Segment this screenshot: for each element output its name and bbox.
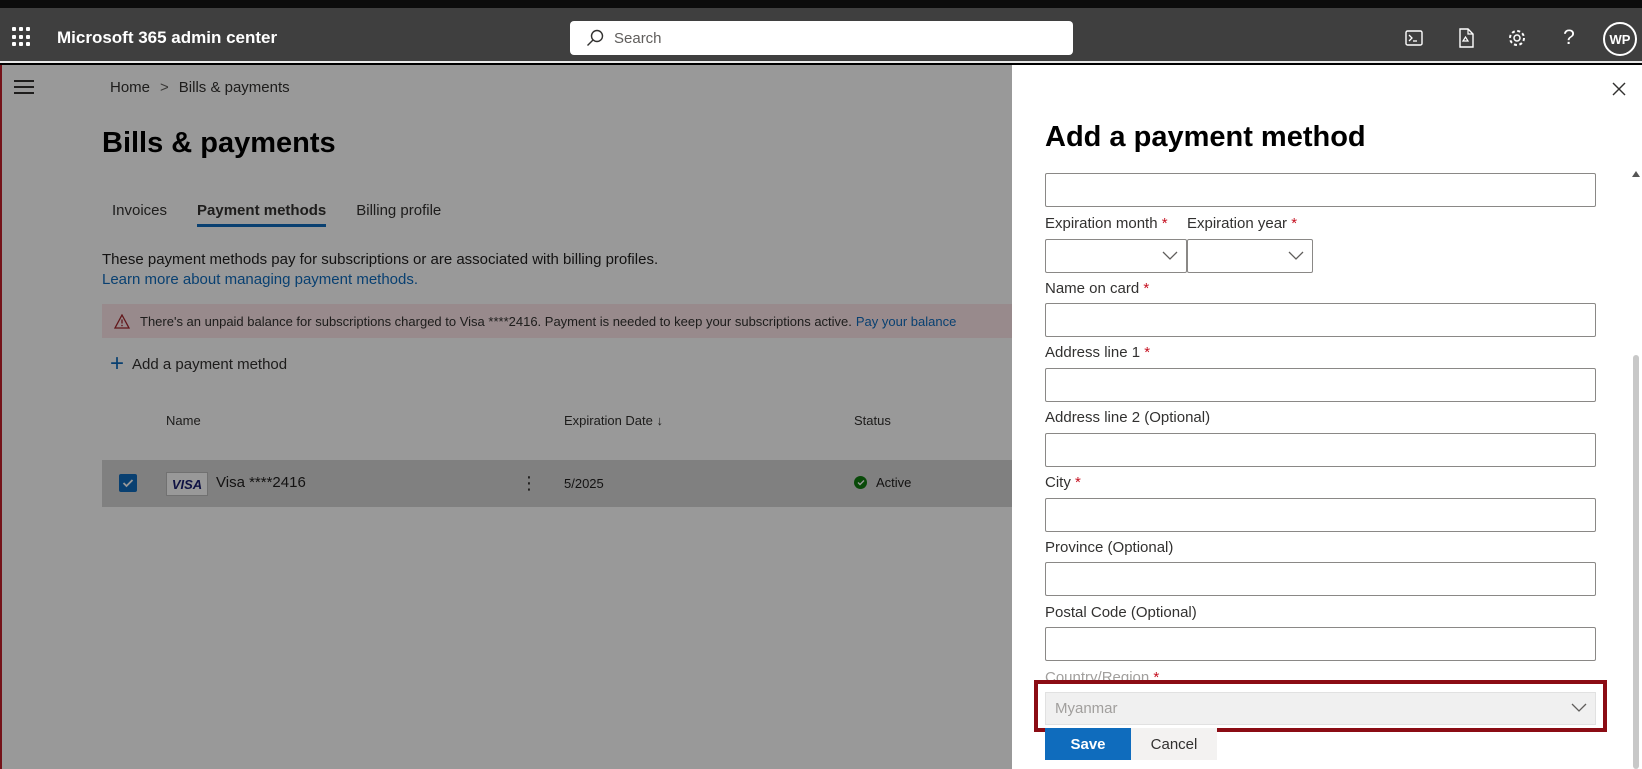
city-input[interactable] xyxy=(1045,498,1596,532)
expiration-month-select[interactable] xyxy=(1045,239,1187,273)
expiration-year-label: Expiration year * xyxy=(1187,215,1298,232)
warning-icon xyxy=(114,313,130,329)
app-title[interactable]: Microsoft 365 admin center xyxy=(57,28,277,48)
card-number-input[interactable] xyxy=(1045,173,1596,207)
top-bar: Microsoft 365 admin center ? WP xyxy=(0,8,1642,63)
learn-more-link[interactable]: Learn more about managing payment method… xyxy=(102,270,658,290)
tab-payment-methods[interactable]: Payment methods xyxy=(197,202,327,227)
chevron-down-icon xyxy=(1162,251,1178,260)
column-status[interactable]: Status xyxy=(854,413,891,428)
table-header: Name Expiration Date ↓ Status xyxy=(102,407,1014,437)
breadcrumb-current: Bills & payments xyxy=(178,79,290,96)
expiration-year-select[interactable] xyxy=(1187,239,1313,273)
column-name[interactable]: Name xyxy=(166,413,201,428)
terminal-icon[interactable] xyxy=(1402,26,1426,50)
unpaid-balance-alert: There's an unpaid balance for subscripti… xyxy=(102,304,1014,338)
check-circle-icon xyxy=(854,476,867,489)
name-on-card-label: Name on card * xyxy=(1045,280,1150,297)
name-on-card-input[interactable] xyxy=(1045,303,1596,337)
panel-scrollbar[interactable] xyxy=(1633,355,1639,769)
breadcrumb: Home > Bills & payments xyxy=(110,79,290,96)
pay-balance-link[interactable]: Pay your balance xyxy=(856,314,956,329)
save-button[interactable]: Save xyxy=(1045,728,1131,760)
visa-logo: VISA xyxy=(166,472,208,496)
search-box[interactable] xyxy=(570,21,1073,55)
country-region-label: Country/Region * xyxy=(1045,669,1160,680)
chevron-down-icon xyxy=(1288,251,1304,260)
scroll-up-arrow-icon[interactable] xyxy=(1632,171,1640,177)
status-badge: Active xyxy=(854,475,911,490)
chevron-down-icon xyxy=(1571,703,1587,712)
status-text: Active xyxy=(876,475,912,490)
gear-icon[interactable] xyxy=(1505,26,1529,50)
address-line-2-input[interactable] xyxy=(1045,433,1596,467)
search-icon xyxy=(587,29,604,46)
country-region-select[interactable]: Myanmar xyxy=(1045,692,1596,725)
tab-list: Invoices Payment methods Billing profile xyxy=(112,202,471,227)
table-row[interactable]: VISA Visa ****2416 ⋮ 5/2025 Active xyxy=(102,460,1014,507)
breadcrumb-home[interactable]: Home xyxy=(110,79,150,96)
city-label: City * xyxy=(1045,474,1081,491)
postal-code-label: Postal Code (Optional) xyxy=(1045,604,1197,621)
waffle-icon[interactable] xyxy=(12,27,32,47)
window-top-strip xyxy=(0,0,1642,8)
province-label: Province (Optional) xyxy=(1045,539,1174,556)
help-icon[interactable]: ? xyxy=(1557,26,1581,50)
expiration-month-label: Expiration month * xyxy=(1045,215,1168,232)
description-text: These payment methods pay for subscripti… xyxy=(102,251,659,268)
address-line-2-label: Address line 2 (Optional) xyxy=(1045,409,1211,426)
tab-billing-profile[interactable]: Billing profile xyxy=(356,202,441,227)
add-payment-method-label: Add a payment method xyxy=(132,355,288,373)
main-content: Home > Bills & payments Bills & payments… xyxy=(0,65,1014,769)
address-line-1-input[interactable] xyxy=(1045,368,1596,402)
country-value: Myanmar xyxy=(1055,700,1118,717)
page-title: Bills & payments xyxy=(102,127,336,159)
hamburger-menu-icon[interactable] xyxy=(14,80,34,98)
cancel-button[interactable]: Cancel xyxy=(1131,728,1217,760)
card-name[interactable]: Visa ****2416 xyxy=(216,474,306,491)
add-payment-method-button[interactable]: + Add a payment method xyxy=(110,350,288,377)
checkmark-icon xyxy=(122,479,134,488)
breadcrumb-separator: > xyxy=(160,79,169,96)
plus-icon: + xyxy=(110,350,125,377)
address-line-1-label: Address line 1 * xyxy=(1045,344,1151,361)
more-options-icon[interactable]: ⋮ xyxy=(520,474,538,492)
postal-code-input[interactable] xyxy=(1045,627,1596,661)
province-input[interactable] xyxy=(1045,562,1596,596)
column-expiration-date[interactable]: Expiration Date ↓ xyxy=(564,413,663,428)
avatar[interactable]: WP xyxy=(1603,22,1637,56)
search-input[interactable] xyxy=(614,29,1014,47)
tab-invoices[interactable]: Invoices xyxy=(112,202,167,227)
document-icon[interactable] xyxy=(1454,26,1478,50)
row-checkbox[interactable] xyxy=(119,474,137,492)
panel-title: Add a payment method xyxy=(1045,121,1366,153)
alert-text: There's an unpaid balance for subscripti… xyxy=(140,313,852,329)
expiration-date: 5/2025 xyxy=(564,476,604,491)
add-payment-method-panel: Add a payment method Expiration month * … xyxy=(1012,65,1642,769)
close-icon[interactable] xyxy=(1611,81,1631,101)
description: These payment methods pay for subscripti… xyxy=(102,250,658,290)
